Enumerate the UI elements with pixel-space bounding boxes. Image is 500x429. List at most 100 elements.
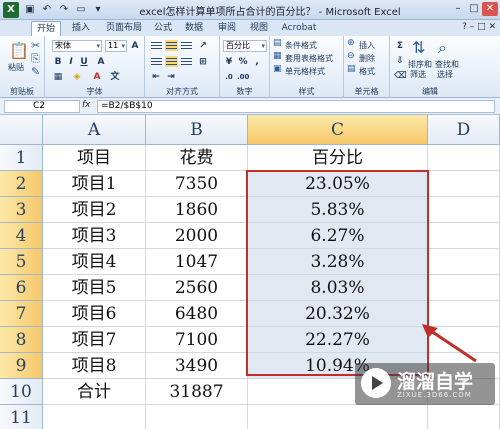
redo-icon[interactable]: ↷ <box>57 3 71 17</box>
row-header[interactable]: 8 <box>0 327 43 353</box>
column-header-b[interactable]: B <box>146 115 248 145</box>
decrease-indent-icon[interactable]: ⇤ <box>150 71 162 83</box>
cell-b[interactable]: 1860 <box>146 197 248 223</box>
close-icon[interactable]: ✕ <box>482 2 498 16</box>
row-header[interactable]: 5 <box>0 249 43 275</box>
clear-icon[interactable]: ⌫ <box>394 70 407 82</box>
fx-icon[interactable]: fx <box>82 100 91 110</box>
fill-icon[interactable]: ⇩ <box>394 55 406 67</box>
sort-filter-icon[interactable]: ⇅ <box>412 38 425 57</box>
increase-indent-icon[interactable]: ⇥ <box>165 71 177 83</box>
font-size-select[interactable]: 11 <box>105 40 127 52</box>
cell-b[interactable]: 2560 <box>146 275 248 301</box>
cell-a[interactable]: 项目3 <box>43 223 146 249</box>
cell-c[interactable]: 22.27% <box>248 327 428 353</box>
row-header[interactable]: 4 <box>0 223 43 249</box>
cell-b[interactable]: 3490 <box>146 353 248 379</box>
align-left-icon[interactable] <box>150 56 163 67</box>
copy-icon[interactable]: ⎘ <box>31 52 40 66</box>
tab-review[interactable]: 审阅 <box>214 21 240 36</box>
increase-decimal-icon[interactable]: .0 <box>223 71 235 83</box>
cell-d[interactable] <box>428 223 500 249</box>
paste-button[interactable]: 粘贴 <box>8 62 24 73</box>
cell-a[interactable] <box>43 405 146 429</box>
sort-filter-label-2[interactable]: 筛选 <box>410 69 426 80</box>
cell-d[interactable] <box>428 275 500 301</box>
border-icon[interactable]: ▦ <box>52 71 64 83</box>
find-select-label-2[interactable]: 选择 <box>437 69 453 80</box>
row-header[interactable]: 10 <box>0 379 43 405</box>
tab-acrobat[interactable]: Acrobat <box>278 21 320 36</box>
cell-a[interactable]: 项目8 <box>43 353 146 379</box>
cell-c[interactable]: 20.32% <box>248 301 428 327</box>
percent-icon[interactable]: % <box>237 56 249 68</box>
cell-b[interactable] <box>146 405 248 429</box>
grow-font-icon[interactable]: A <box>129 40 141 52</box>
column-header-d[interactable]: D <box>428 115 500 145</box>
align-right-icon[interactable] <box>180 56 193 67</box>
column-header-a[interactable]: A <box>43 115 146 145</box>
cell-d[interactable] <box>428 249 500 275</box>
paste-icon[interactable]: 📋 <box>9 41 29 60</box>
cell-b[interactable]: 1047 <box>146 249 248 275</box>
formula-input[interactable]: =B2/$B$10 <box>97 100 495 113</box>
name-box[interactable]: C2 <box>4 100 80 113</box>
font-color-icon[interactable]: A <box>91 71 103 83</box>
cell-c[interactable]: 6.27% <box>248 223 428 249</box>
decrease-decimal-icon[interactable]: .00 <box>237 71 249 83</box>
column-header-c[interactable]: C <box>248 115 428 145</box>
find-select-icon[interactable]: ⌕ <box>438 38 447 58</box>
tab-view[interactable]: 视图 <box>246 21 272 36</box>
insert-button[interactable]: 插入 <box>359 40 375 51</box>
merge-cells-icon[interactable]: ⊞ <box>197 56 209 68</box>
tab-formulas[interactable]: 公式 <box>150 21 176 36</box>
italic-icon[interactable]: I <box>65 56 77 68</box>
cell-b[interactable]: 2000 <box>146 223 248 249</box>
table-format-button[interactable]: 套用表格格式 <box>285 53 333 64</box>
maximize-icon[interactable]: □ <box>466 2 482 16</box>
tab-data[interactable]: 数据 <box>181 21 207 36</box>
cell-b[interactable]: 6480 <box>146 301 248 327</box>
cell-d[interactable] <box>428 171 500 197</box>
cell-d[interactable] <box>428 197 500 223</box>
minimize-icon[interactable]: – <box>450 2 466 16</box>
excel-icon[interactable]: X <box>3 2 19 18</box>
tab-insert[interactable]: 插入 <box>66 21 96 36</box>
conditional-format-button[interactable]: 条件格式 <box>285 40 317 51</box>
format-button[interactable]: 格式 <box>359 66 375 77</box>
tab-page-layout[interactable]: 页面布局 <box>100 21 148 36</box>
row-header[interactable]: 7 <box>0 301 43 327</box>
help-icon[interactable]: ? – □ ✕ <box>462 22 496 32</box>
cell-b[interactable]: 7100 <box>146 327 248 353</box>
font-name-select[interactable]: 宋体 <box>52 40 102 52</box>
align-bottom-icon[interactable] <box>180 40 193 51</box>
fill-color-icon[interactable]: ◈ <box>71 71 83 83</box>
phonetic-icon[interactable]: 文 <box>109 71 121 83</box>
cell-a[interactable]: 项目 <box>43 145 146 171</box>
cell-a[interactable]: 项目7 <box>43 327 146 353</box>
align-center-icon[interactable] <box>165 56 178 67</box>
cell-b[interactable]: 31887 <box>146 379 248 405</box>
cell-a[interactable]: 项目6 <box>43 301 146 327</box>
cell-c[interactable]: 23.05% <box>248 171 428 197</box>
currency-icon[interactable]: ¥ <box>223 56 235 68</box>
save-icon[interactable]: ▣ <box>23 3 37 17</box>
cell-style-button[interactable]: 单元格样式 <box>285 66 325 77</box>
cell-d[interactable] <box>428 301 500 327</box>
cell-b[interactable]: 花费 <box>146 145 248 171</box>
bold-icon[interactable]: B <box>52 56 64 68</box>
align-top-icon[interactable] <box>150 40 163 51</box>
cell-c[interactable]: 8.03% <box>248 275 428 301</box>
cell-c[interactable]: 百分比 <box>248 145 428 171</box>
cell-a[interactable]: 项目1 <box>43 171 146 197</box>
delete-button[interactable]: 删除 <box>359 53 375 64</box>
cell-a[interactable]: 项目5 <box>43 275 146 301</box>
underline-icon[interactable]: U <box>78 56 90 68</box>
cut-icon[interactable]: ✂ <box>31 39 40 52</box>
cell-b[interactable]: 7350 <box>146 171 248 197</box>
orientation-icon[interactable]: ↗ <box>197 40 209 52</box>
cell-d[interactable] <box>428 327 500 353</box>
open-icon[interactable]: ▭ <box>74 3 88 17</box>
row-header[interactable]: 1 <box>0 145 43 171</box>
autosum-icon[interactable]: Σ <box>394 40 406 52</box>
